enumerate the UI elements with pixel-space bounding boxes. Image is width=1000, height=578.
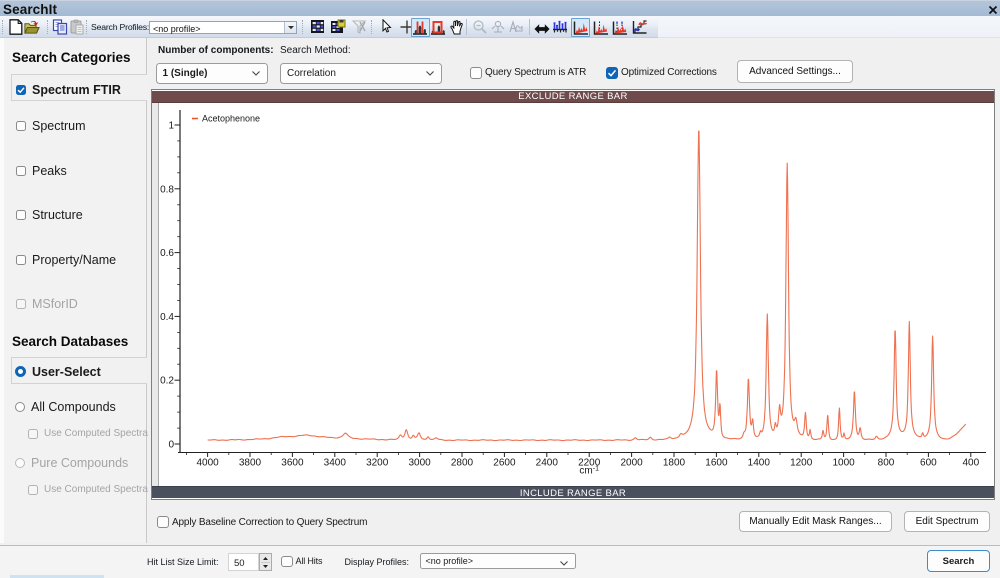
svg-text:0.6: 0.6: [160, 248, 174, 259]
svg-text:0.2: 0.2: [160, 376, 174, 387]
svg-text:800: 800: [878, 458, 895, 469]
svg-text:3600: 3600: [281, 458, 304, 469]
svg-text:Acetophenone: Acetophenone: [202, 114, 260, 124]
svg-text:1: 1: [168, 121, 174, 132]
svg-text:2800: 2800: [451, 458, 474, 469]
svg-text:3400: 3400: [324, 458, 347, 469]
svg-text:cm-1: cm-1: [579, 466, 599, 477]
svg-text:1200: 1200: [790, 458, 813, 469]
svg-text:1800: 1800: [663, 458, 686, 469]
svg-text:600: 600: [920, 458, 937, 469]
svg-text:0: 0: [168, 440, 174, 451]
svg-text:3000: 3000: [408, 458, 431, 469]
svg-text:400: 400: [962, 458, 979, 469]
svg-text:2600: 2600: [493, 458, 516, 469]
svg-text:3800: 3800: [239, 458, 262, 469]
svg-text:2400: 2400: [536, 458, 559, 469]
svg-text:0.4: 0.4: [160, 312, 174, 323]
svg-text:1000: 1000: [832, 458, 855, 469]
svg-text:4000: 4000: [196, 458, 219, 469]
svg-text:2000: 2000: [620, 458, 643, 469]
svg-text:1400: 1400: [748, 458, 771, 469]
svg-text:0.8: 0.8: [160, 184, 174, 195]
svg-text:3200: 3200: [366, 458, 389, 469]
svg-text:1600: 1600: [705, 458, 728, 469]
